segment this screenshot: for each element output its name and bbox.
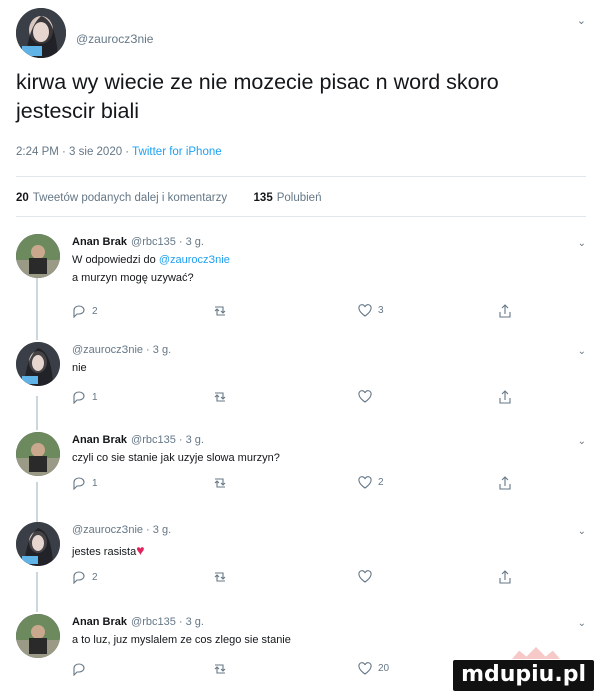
author-name[interactable]: Anan Brak [72,616,127,628]
avatar[interactable] [16,522,60,566]
reply-icon [73,391,85,404]
tweet-stats: 20 Tweetów podanych dalej i komentarzy 13… [16,192,321,204]
action-bar: 1 2 [72,476,512,492]
retweet-button[interactable] [212,390,228,404]
share-icon [499,304,511,318]
action-bar: 2 [72,570,512,586]
chevron-down-icon[interactable]: ⌄ [577,14,586,27]
reply-text: a murzyn mogę uzywać? [72,272,194,284]
reply-tweet[interactable]: Anan Brak @rbc135 · 3 g. ⌄ W odpowiedzi d… [16,234,586,326]
reply-text: nie [72,362,87,374]
avatar[interactable] [16,614,60,658]
tweet-meta: 2:24 PM · 3 sie 2020 · Twitter for iPhon… [16,146,222,158]
main-tweet-header: @zauroczЗnie ⌄ [16,8,586,64]
like-button[interactable] [358,390,378,403]
reply-text: jestes rasista♥ [72,542,145,558]
chevron-down-icon[interactable]: ⌄ [578,436,586,447]
retweet-icon [214,306,226,316]
retweet-icon [214,478,226,488]
reply-button[interactable]: 1 [72,476,98,490]
retweet-button[interactable] [212,570,228,584]
reply-button[interactable]: 1 [72,390,98,404]
chevron-down-icon[interactable]: ⌄ [578,238,586,249]
like-button[interactable]: 2 [358,476,384,489]
chevron-down-icon[interactable]: ⌄ [578,526,586,537]
like-button[interactable]: 20 [358,662,389,675]
like-button[interactable] [358,570,378,583]
retweet-button[interactable] [212,662,228,676]
avatar[interactable] [16,432,60,476]
reply-tweet[interactable]: @zauroczЗnie · 3 g. ⌄ nie 1 [16,342,586,412]
reply-text: czyli co sie stanie jak uzyje slowa murz… [72,452,280,464]
like-icon [358,476,372,489]
retweet-icon [214,392,226,402]
action-bar: 1 [72,390,512,406]
share-icon [499,476,511,490]
handle-time[interactable]: @zauroczЗnie · 3 g. [72,524,171,536]
share-button[interactable] [498,304,512,318]
action-bar: 20 [72,662,512,678]
reply-icon [73,305,85,318]
like-icon [358,390,372,403]
reply-button[interactable]: 2 [72,570,98,584]
reply-button[interactable] [72,662,92,676]
handle-time[interactable]: @rbc135 · 3 g. [131,236,204,248]
divider [16,176,586,177]
reply-header: Anan Brak @rbc135 · 3 g. [72,616,204,628]
reply-icon [73,571,85,584]
avatar[interactable] [16,342,60,386]
watermark: mdupiu.pl [453,660,594,691]
like-icon [358,662,372,675]
divider [16,216,586,217]
retweet-button[interactable] [212,476,228,490]
reply-header: Anan Brak @rbc135 · 3 g. [72,434,204,446]
reply-to-line: W odpowiedzi do @zauroczЗnie [72,254,230,266]
reply-text: a to luz, juz myslalem ze cos zlego sie … [72,634,291,646]
chevron-down-icon[interactable]: ⌄ [578,346,586,357]
action-bar: 2 3 [72,304,512,320]
avatar[interactable] [16,8,66,58]
like-icon [358,304,372,317]
mention-link[interactable]: @zauroczЗnie [159,254,230,266]
share-button[interactable] [498,570,512,584]
reply-tweet[interactable]: @zauroczЗnie · 3 g. ⌄ jestes rasista♥ 2 [16,522,586,592]
like-button[interactable]: 3 [358,304,384,317]
share-button[interactable] [498,476,512,490]
reply-header: @zauroczЗnie · 3 g. [72,344,171,356]
retweet-stat[interactable]: 20 Tweetów podanych dalej i komentarzy [16,192,227,204]
handle-time[interactable]: @zauroczЗnie · 3 g. [72,344,171,356]
chevron-down-icon[interactable]: ⌄ [578,618,586,629]
retweet-button[interactable] [212,304,228,318]
author-name[interactable]: Anan Brak [72,434,127,446]
main-handle[interactable]: @zauroczЗnie [76,32,153,46]
reply-header: Anan Brak @rbc135 · 3 g. [72,236,204,248]
share-icon [499,570,511,584]
retweet-icon [214,664,226,674]
handle-time[interactable]: @rbc135 · 3 g. [131,434,204,446]
like-stat[interactable]: 135 Polubień [254,192,322,204]
reply-icon [73,663,85,676]
red-heart-emoji-icon: ♥ [136,542,145,558]
handle-time[interactable]: @rbc135 · 3 g. [131,616,204,628]
retweet-icon [214,572,226,582]
source-link[interactable]: Twitter for iPhone [132,146,221,158]
main-tweet-line-1: kirwa wy wiecie ze nie mozecie pisac n w… [16,70,499,94]
share-icon [499,390,511,404]
reply-button[interactable]: 2 [72,304,98,318]
like-icon [358,570,372,583]
timestamp[interactable]: 2:24 PM · 3 sie 2020 · [16,146,129,158]
share-button[interactable] [498,390,512,404]
author-name[interactable]: Anan Brak [72,236,127,248]
reply-header: @zauroczЗnie · 3 g. [72,524,171,536]
reply-tweet[interactable]: Anan Brak @rbc135 · 3 g. ⌄ czyli co sie s… [16,432,586,502]
main-tweet-text: kirwa wy wiecie ze nie mozecie pisac n w… [16,68,576,126]
avatar[interactable] [16,234,60,278]
reply-icon [73,477,85,490]
main-tweet-line-2: jestescir biali [16,99,140,123]
